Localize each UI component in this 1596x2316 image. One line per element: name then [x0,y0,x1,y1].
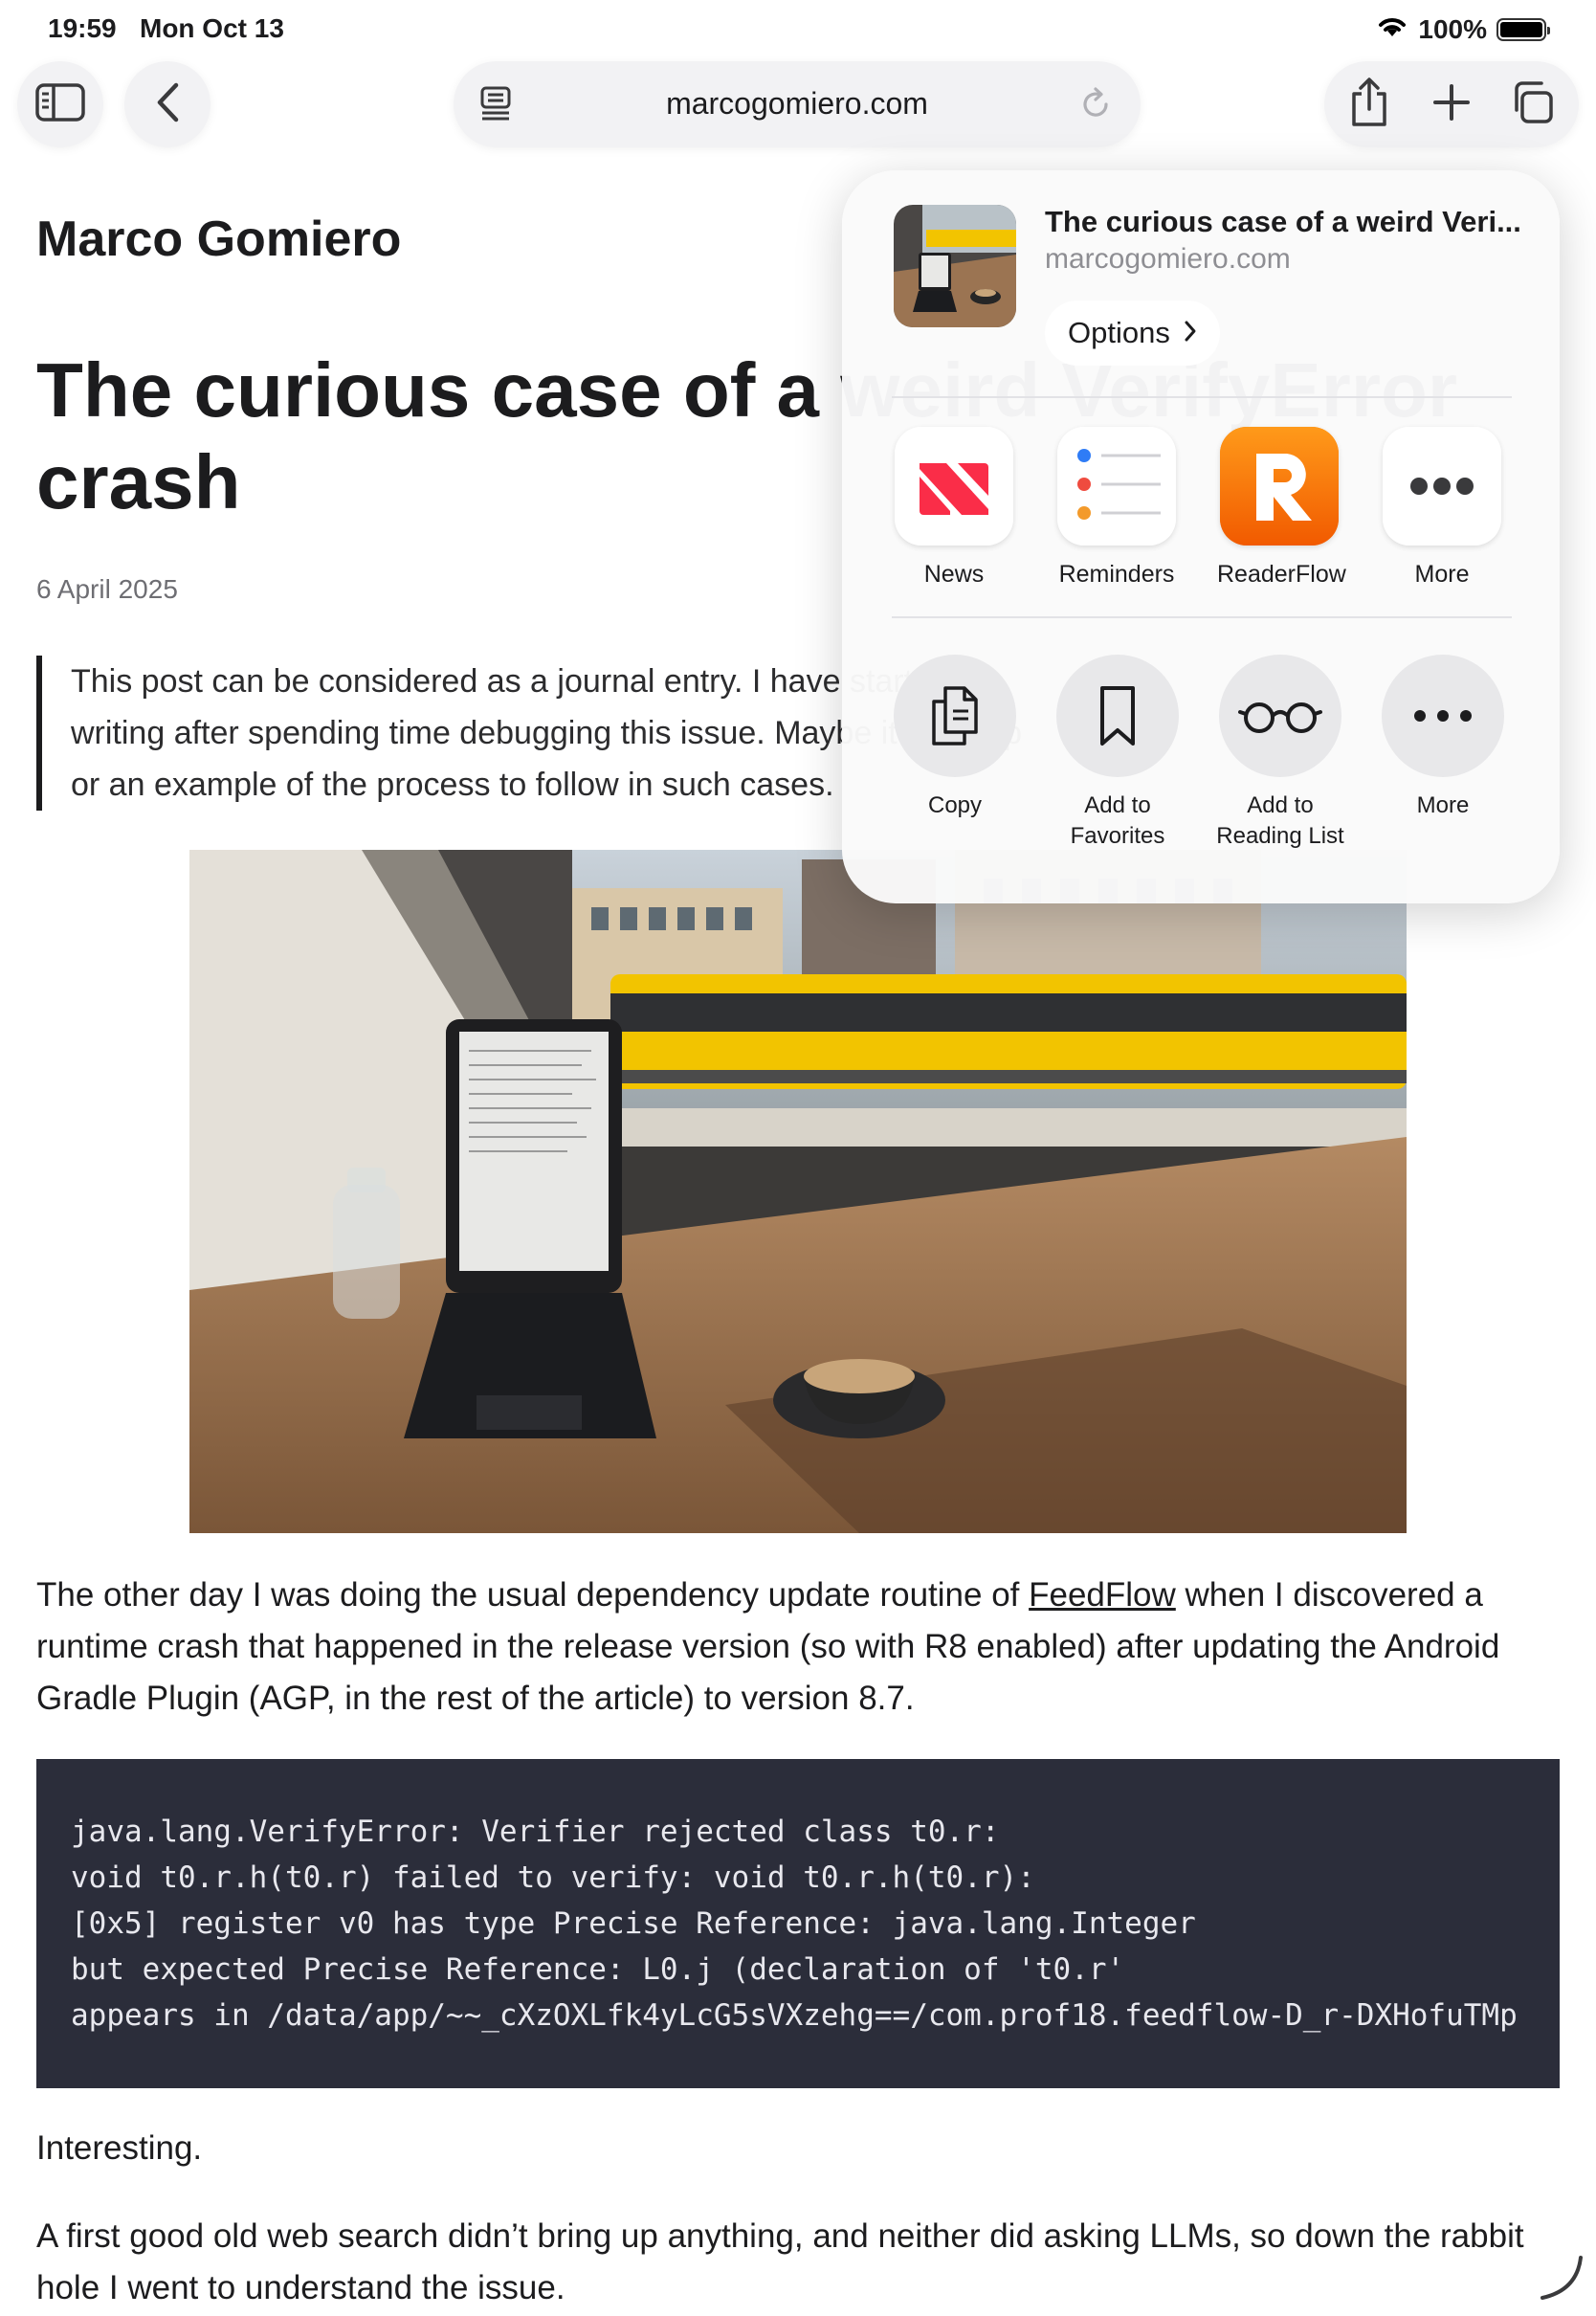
back-button[interactable] [124,61,211,147]
status-bar: 19:59 Mon Oct 13 100% [0,0,1596,59]
share-icon [1348,77,1390,133]
action-label: Copy [927,792,983,818]
share-app-more[interactable]: More [1380,427,1504,589]
app-label: ReaderFlow [1217,561,1346,588]
preview-thumbnail [894,205,1016,327]
preview-domain: marcogomiero.com [1045,243,1291,275]
more-icon [1383,427,1501,546]
status-time: 19:59 [48,13,117,43]
preview-title: The curious case of a weird Veri... [1045,205,1521,238]
action-label: Add to Reading List [1216,792,1344,849]
tabs-icon [1509,79,1555,130]
site-title[interactable]: Marco Gomiero [36,211,401,268]
feedflow-link[interactable]: FeedFlow [1029,1576,1176,1614]
news-icon [895,427,1013,546]
chevron-left-icon [155,81,180,128]
divider [892,396,1512,398]
app-label: More [1414,561,1470,588]
hero-photo [189,850,1407,1533]
body-paragraph: A first good old web search didn’t bring… [36,2217,1524,2306]
code-line: [0x5] register v0 has type Precise Refer… [71,1906,1196,1941]
code-block: java.lang.VerifyError: Verifier rejected… [36,1759,1560,2088]
code-line: java.lang.VerifyError: Verifier rejected… [71,1815,1000,1849]
tabs-overview-button[interactable] [1506,78,1558,130]
action-copy[interactable]: Copy [878,655,1031,821]
body-paragraph: The other day I was doing the usual depe… [36,1570,1567,1725]
share-app-reminders[interactable]: Reminders [1054,427,1179,589]
chevron-right-icon [1184,316,1197,350]
code-line: but expected Precise Reference: L0.j (de… [71,1952,1125,1987]
address-bar[interactable]: marcogomiero.com [454,61,1141,147]
action-label: More [1416,792,1470,818]
share-actions-row: Copy Add to Favorites Add to Reading Lis… [892,655,1514,856]
paragraph-text: The other day I was doing the usual depe… [36,1576,1030,1614]
bookmark-icon [1056,655,1179,777]
battery-icon [1496,17,1550,41]
body-paragraph: Interesting. [36,2129,203,2167]
toolbar-actions [1324,61,1579,147]
share-sheet: The curious case of a weird Veri... marc… [842,170,1560,903]
action-more[interactable]: More [1366,655,1519,821]
reminders-icon [1057,427,1176,546]
battery-level [1500,21,1542,37]
share-button[interactable] [1343,77,1395,133]
code-line: appears in /data/app/~~_cXzOXLfk4yLcG5sV… [71,1998,1518,2033]
action-add-to-favorites[interactable]: Add to Favorites [1041,655,1194,852]
app-label: Reminders [1058,561,1175,588]
glasses-icon [1219,655,1341,777]
divider [892,616,1512,618]
battery-percent: 100% [1418,13,1487,44]
readerflow-icon [1220,427,1339,546]
options-button[interactable]: Options [1045,301,1220,366]
url-text: marcogomiero.com [666,86,928,121]
action-label: Add to Favorites [1070,792,1165,849]
options-label: Options [1068,316,1170,349]
new-tab-button[interactable] [1426,78,1477,130]
status-indicators: 100% [1376,13,1550,45]
share-app-news[interactable]: News [892,427,1016,589]
ellipsis-icon [1382,655,1504,777]
sidebar-icon [35,82,85,126]
share-apps-row: News Reminders ReaderFlow More [892,427,1514,590]
code-line: void t0.r.h(t0.r) failed to verify: void… [71,1860,1035,1895]
sidebar-toggle-button[interactable] [17,61,103,147]
action-add-to-reading-list[interactable]: Add to Reading List [1204,655,1357,852]
wifi-icon [1376,13,1408,45]
share-app-readerflow[interactable]: ReaderFlow [1217,427,1346,589]
app-label: News [923,561,985,588]
copy-icon [894,655,1016,777]
status-date: Mon Oct 13 [140,13,284,43]
reload-icon[interactable] [1077,86,1114,127]
resize-corner-icon[interactable] [1535,2252,1586,2308]
article-date: 6 April 2025 [36,574,178,604]
plus-icon [1432,83,1471,126]
